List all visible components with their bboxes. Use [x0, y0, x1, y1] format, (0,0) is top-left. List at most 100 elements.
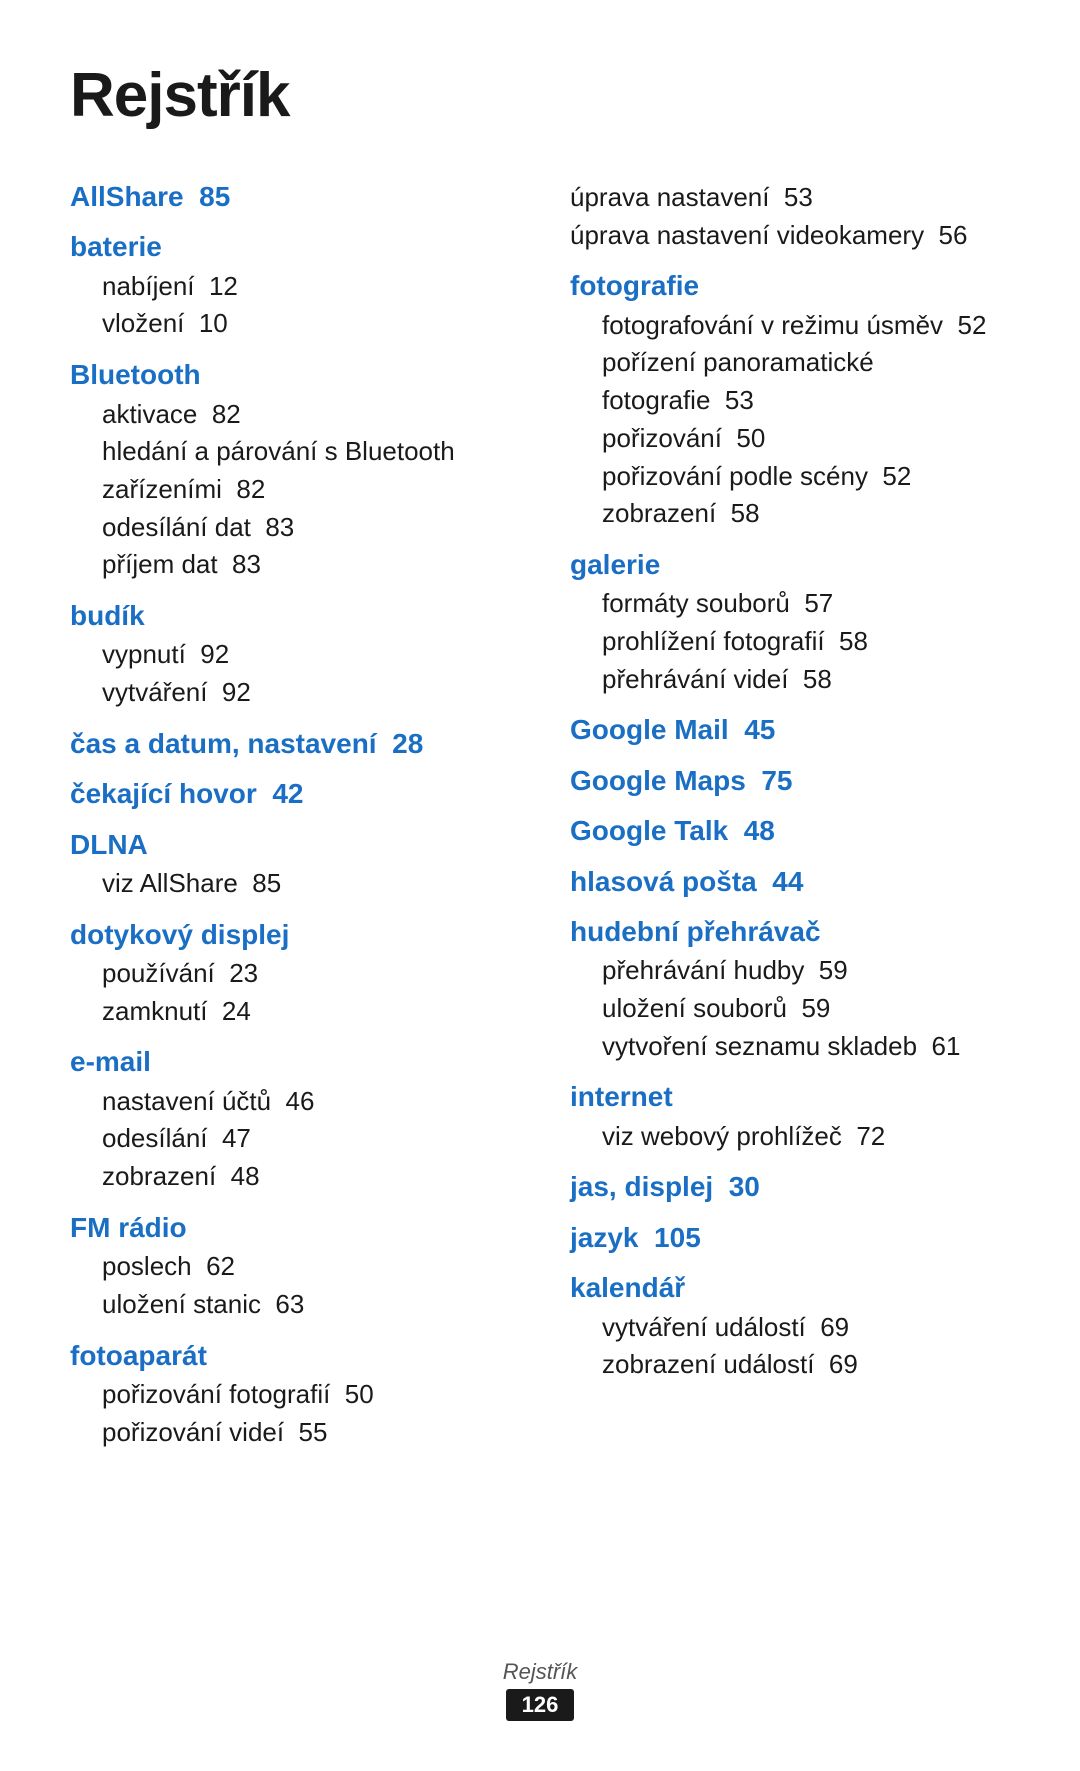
- entry-item: přehrávání videí 58: [602, 661, 1010, 699]
- index-entry: jazyk 105: [570, 1220, 1010, 1256]
- page-title: Rejstřík: [70, 60, 1010, 131]
- entry-item: pořizování podle scény 52: [602, 458, 1010, 496]
- entry-items: viz webový prohlížeč 72: [602, 1118, 1010, 1156]
- entry-header: internet: [570, 1079, 1010, 1115]
- index-entry: fotografiefotografování v režimu úsměv 5…: [570, 268, 1010, 533]
- entry-item: nabíjení 12: [102, 268, 510, 306]
- entry-item: příjem dat 83: [102, 546, 510, 584]
- index-entry: fotoaparátpořizování fotografií 50pořizo…: [70, 1338, 510, 1452]
- index-entry: čas a datum, nastavení 28: [70, 726, 510, 762]
- entry-item: zamknutí 24: [102, 993, 510, 1031]
- entry-items: poslech 62uložení stanic 63: [102, 1248, 510, 1323]
- index-entry: e-mailnastavení účtů 46odesílání 47zobra…: [70, 1044, 510, 1195]
- entry-items: pořizování fotografií 50pořizování videí…: [102, 1376, 510, 1451]
- entry-item: vytváření událostí 69: [602, 1309, 1010, 1347]
- index-entry: Google Talk 48: [570, 813, 1010, 849]
- entry-item: používání 23: [102, 955, 510, 993]
- entry-header: čas a datum, nastavení 28: [70, 726, 510, 762]
- index-entry: baterienabíjení 12vložení 10: [70, 229, 510, 343]
- entry-items: formáty souborů 57prohlížení fotografií …: [602, 585, 1010, 698]
- entry-items: vypnutí 92vytváření 92: [102, 636, 510, 711]
- entry-header: Google Mail 45: [570, 712, 1010, 748]
- entry-item: viz webový prohlížeč 72: [602, 1118, 1010, 1156]
- entry-item: uložení stanic 63: [102, 1286, 510, 1324]
- entry-header: jas, displej 30: [570, 1169, 1010, 1205]
- entry-items: vytváření událostí 69zobrazení událostí …: [602, 1309, 1010, 1384]
- index-entry: kalendářvytváření událostí 69zobrazení u…: [570, 1270, 1010, 1384]
- entry-item: pořizování videí 55: [102, 1414, 510, 1452]
- entry-item: zobrazení 58: [602, 495, 1010, 533]
- entry-header: kalendář: [570, 1270, 1010, 1306]
- page-footer: Rejstřík 126: [0, 1659, 1080, 1721]
- entry-item: uložení souborů 59: [602, 990, 1010, 1028]
- entry-header: hudební přehrávač: [570, 914, 1010, 950]
- index-entry: hlasová pošta 44: [570, 864, 1010, 900]
- entry-header: fotografie: [570, 268, 1010, 304]
- entry-items: aktivace 82hledání a párování s Bluetoot…: [102, 396, 510, 584]
- entry-item: pořizování fotografií 50: [102, 1376, 510, 1414]
- index-entry: Google Mail 45: [570, 712, 1010, 748]
- entry-item: zobrazení událostí 69: [602, 1346, 1010, 1384]
- entry-header: galerie: [570, 547, 1010, 583]
- index-entry: budíkvypnutí 92vytváření 92: [70, 598, 510, 712]
- entry-item: úprava nastavení videokamery 56: [570, 217, 1010, 255]
- entry-header: dotykový displej: [70, 917, 510, 953]
- entry-item: hledání a párování s Bluetooth zařízením…: [102, 433, 510, 508]
- entry-item: pořízení panoramatické fotografie 53: [602, 344, 1010, 419]
- entry-item: prohlížení fotografií 58: [602, 623, 1010, 661]
- entry-item: viz AllShare 85: [102, 865, 510, 903]
- entry-items: viz AllShare 85: [102, 865, 510, 903]
- index-entry: dotykový displejpoužívání 23zamknutí 24: [70, 917, 510, 1031]
- index-entry: jas, displej 30: [570, 1169, 1010, 1205]
- entry-items: úprava nastavení 53úprava nastavení vide…: [570, 179, 1010, 254]
- entry-item: vypnutí 92: [102, 636, 510, 674]
- entry-header: e-mail: [70, 1044, 510, 1080]
- index-entry: úprava nastavení 53úprava nastavení vide…: [570, 179, 1010, 254]
- entry-item: zobrazení 48: [102, 1158, 510, 1196]
- entry-header: Google Maps 75: [570, 763, 1010, 799]
- index-entry: Google Maps 75: [570, 763, 1010, 799]
- index-entry: hudební přehrávačpřehrávání hudby 59ulož…: [570, 914, 1010, 1065]
- index-entry: Bluetoothaktivace 82hledání a párování s…: [70, 357, 510, 584]
- entry-item: vytvoření seznamu skladeb 61: [602, 1028, 1010, 1066]
- entry-items: nabíjení 12vložení 10: [102, 268, 510, 343]
- index-entry: DLNAviz AllShare 85: [70, 827, 510, 903]
- entry-item: poslech 62: [102, 1248, 510, 1286]
- entry-items: fotografování v režimu úsměv 52pořízení …: [602, 307, 1010, 533]
- entry-items: nastavení účtů 46odesílání 47zobrazení 4…: [102, 1083, 510, 1196]
- entry-item: odesílání 47: [102, 1120, 510, 1158]
- entry-item: přehrávání hudby 59: [602, 952, 1010, 990]
- entry-header: hlasová pošta 44: [570, 864, 1010, 900]
- entry-item: pořizování 50: [602, 420, 1010, 458]
- entry-item: fotografování v režimu úsměv 52: [602, 307, 1010, 345]
- entry-header: budík: [70, 598, 510, 634]
- entry-header: baterie: [70, 229, 510, 265]
- entry-header: fotoaparát: [70, 1338, 510, 1374]
- index-entry: AllShare 85: [70, 179, 510, 215]
- entry-item: úprava nastavení 53: [570, 179, 1010, 217]
- entry-items: přehrávání hudby 59uložení souborů 59vyt…: [602, 952, 1010, 1065]
- entry-items: používání 23zamknutí 24: [102, 955, 510, 1030]
- entry-item: aktivace 82: [102, 396, 510, 434]
- entry-header: AllShare 85: [70, 179, 510, 215]
- index-columns: AllShare 85 baterienabíjení 12vložení 10 B…: [70, 179, 1010, 1465]
- index-entry: internetviz webový prohlížeč 72: [570, 1079, 1010, 1155]
- index-entry: FM rádioposlech 62uložení stanic 63: [70, 1210, 510, 1324]
- entry-header: Google Talk 48: [570, 813, 1010, 849]
- entry-header: jazyk 105: [570, 1220, 1010, 1256]
- index-entry: čekající hovor 42: [70, 776, 510, 812]
- entry-header: DLNA: [70, 827, 510, 863]
- footer-pagenum: 126: [506, 1689, 575, 1721]
- entry-item: formáty souborů 57: [602, 585, 1010, 623]
- entry-item: vložení 10: [102, 305, 510, 343]
- entry-header: Bluetooth: [70, 357, 510, 393]
- footer-label: Rejstřík: [0, 1659, 1080, 1685]
- entry-item: nastavení účtů 46: [102, 1083, 510, 1121]
- entry-item: vytváření 92: [102, 674, 510, 712]
- entry-header: FM rádio: [70, 1210, 510, 1246]
- index-entry: galerieformáty souborů 57prohlížení foto…: [570, 547, 1010, 698]
- entry-item: odesílání dat 83: [102, 509, 510, 547]
- entry-header: čekající hovor 42: [70, 776, 510, 812]
- right-column: úprava nastavení 53úprava nastavení vide…: [570, 179, 1010, 1398]
- left-column: AllShare 85 baterienabíjení 12vložení 10 B…: [70, 179, 510, 1465]
